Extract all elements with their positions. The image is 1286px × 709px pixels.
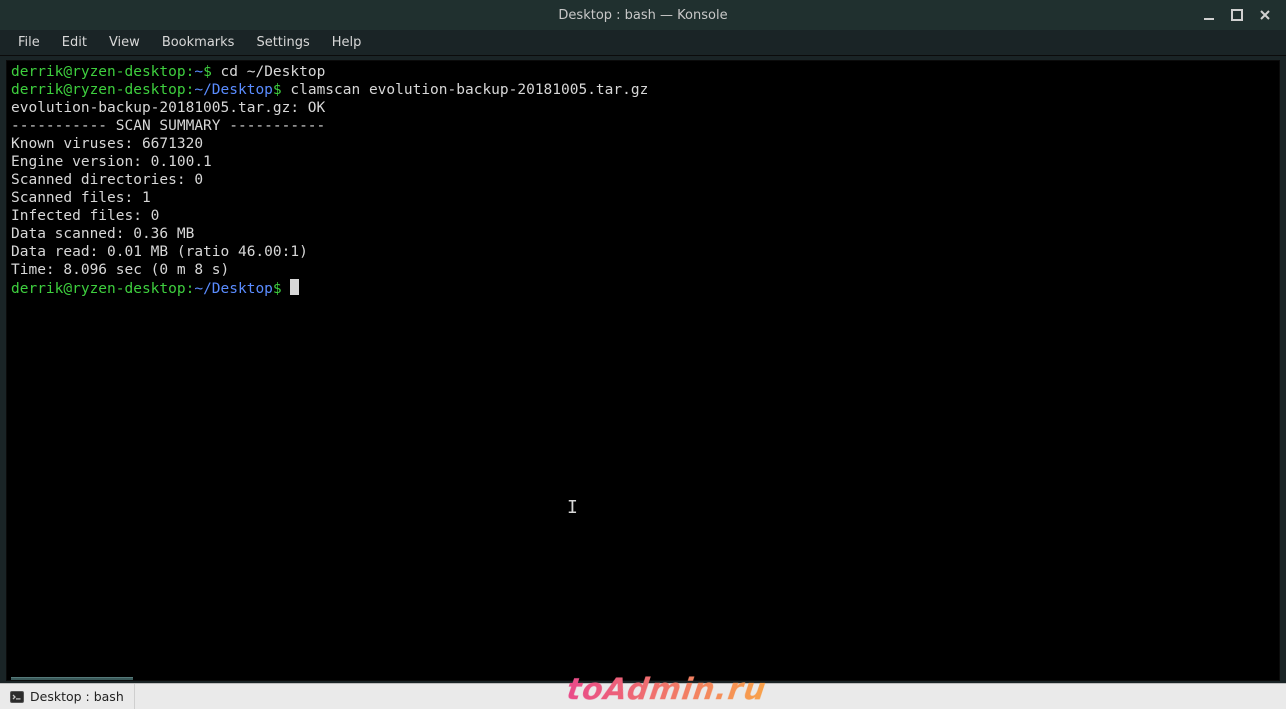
command-text: cd ~/Desktop xyxy=(212,64,326,80)
tab-desktop-bash[interactable]: Desktop : bash xyxy=(0,684,135,709)
menu-file[interactable]: File xyxy=(8,32,50,53)
menu-bookmarks[interactable]: Bookmarks xyxy=(152,32,245,53)
terminal-line: evolution-backup-20181005.tar.gz: OK xyxy=(11,99,1275,117)
menu-help[interactable]: Help xyxy=(322,32,372,53)
command-text: clamscan evolution-backup-20181005.tar.g… xyxy=(282,82,649,98)
terminal-view[interactable]: derrik@ryzen-desktop:~$ cd ~/Desktop der… xyxy=(6,60,1280,681)
terminal-line: derrik@ryzen-desktop:~$ cd ~/Desktop xyxy=(11,63,1275,81)
tab-label: Desktop : bash xyxy=(30,689,124,704)
terminal-line: Known viruses: 6671320 xyxy=(11,135,1275,153)
menu-edit[interactable]: Edit xyxy=(52,32,97,53)
terminal-line: ----------- SCAN SUMMARY ----------- xyxy=(11,117,1275,135)
menu-view[interactable]: View xyxy=(99,32,150,53)
terminal-line: derrik@ryzen-desktop:~/Desktop$ clamscan… xyxy=(11,81,1275,99)
horizontal-scrollbar[interactable] xyxy=(11,677,133,681)
prompt-path: ~/Desktop xyxy=(194,281,273,297)
prompt-dollar: $ xyxy=(203,64,212,80)
window-title: Desktop : bash — Konsole xyxy=(0,8,1286,23)
window-controls xyxy=(1202,8,1286,22)
terminal-line: Scanned directories: 0 xyxy=(11,171,1275,189)
close-icon xyxy=(1259,9,1271,21)
tabbar: Desktop : bash xyxy=(0,683,1286,709)
terminal-line: Scanned files: 1 xyxy=(11,189,1275,207)
terminal-line: derrik@ryzen-desktop:~/Desktop$ xyxy=(11,279,1275,298)
terminal-line: Data read: 0.01 MB (ratio 46.00:1) xyxy=(11,243,1275,261)
prompt-user-host: derrik@ryzen-desktop xyxy=(11,82,186,98)
terminal-line: Time: 8.096 sec (0 m 8 s) xyxy=(11,261,1275,279)
minimize-button[interactable] xyxy=(1202,8,1216,22)
terminal-cursor xyxy=(290,279,299,295)
prompt-dollar: $ xyxy=(273,82,282,98)
terminal-line: Data scanned: 0.36 MB xyxy=(11,225,1275,243)
maximize-icon xyxy=(1231,9,1243,21)
prompt-user-host: derrik@ryzen-desktop xyxy=(11,64,186,80)
text-cursor-icon: I xyxy=(567,499,578,517)
terminal-icon xyxy=(10,690,24,704)
maximize-button[interactable] xyxy=(1230,8,1244,22)
konsole-window: Desktop : bash — Konsole File Edit View … xyxy=(0,0,1286,709)
prompt-path: ~/Desktop xyxy=(194,82,273,98)
close-button[interactable] xyxy=(1258,8,1272,22)
prompt-path: ~ xyxy=(194,64,203,80)
menu-settings[interactable]: Settings xyxy=(246,32,319,53)
minimize-icon xyxy=(1203,9,1215,21)
terminal-line: Infected files: 0 xyxy=(11,207,1275,225)
menubar: File Edit View Bookmarks Settings Help xyxy=(0,30,1286,56)
prompt-dollar: $ xyxy=(273,281,282,297)
terminal-line: Engine version: 0.100.1 xyxy=(11,153,1275,171)
titlebar[interactable]: Desktop : bash — Konsole xyxy=(0,0,1286,30)
prompt-user-host: derrik@ryzen-desktop xyxy=(11,281,186,297)
